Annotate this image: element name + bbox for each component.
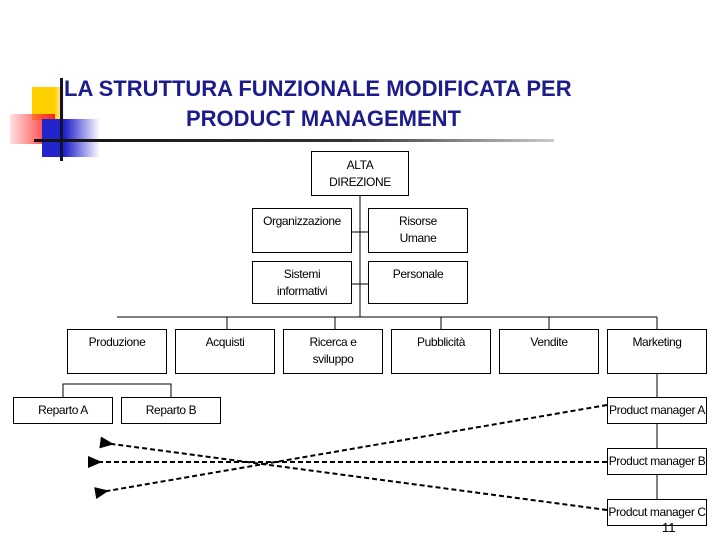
- box-label: Produzione: [88, 335, 146, 349]
- connector-reparti: [62, 383, 172, 397]
- box-product-manager-c: Prodcut manager C: [607, 499, 707, 526]
- box-alta-direzione: ALTA DIREZIONE: [311, 151, 409, 196]
- box-label: Risorse: [399, 214, 437, 228]
- page-number: 11: [662, 520, 676, 535]
- box-label: Umane: [399, 231, 437, 245]
- box-label: sviluppo: [312, 352, 354, 366]
- box-label: Product manager A: [609, 403, 705, 417]
- box-label: informativi: [276, 284, 328, 298]
- box-label: Organizzazione: [263, 214, 341, 228]
- box-marketing: Marketing: [607, 329, 707, 374]
- box-reparto-b: Reparto B: [121, 397, 221, 424]
- box-risorse-umane: Risorse Umane: [368, 208, 468, 253]
- box-acquisti: Acquisti: [175, 329, 275, 374]
- box-produzione: Produzione: [67, 329, 167, 374]
- box-reparto-a: Reparto A: [13, 397, 113, 424]
- box-label: DIREZIONE: [329, 175, 391, 189]
- box-product-manager-a: Product manager A: [607, 397, 707, 424]
- box-vendite: Vendite: [499, 329, 599, 374]
- box-ricerca-sviluppo: Ricerca e sviluppo: [283, 329, 383, 374]
- box-label: Prodcut manager C: [608, 505, 706, 519]
- box-organizzazione: Organizzazione: [252, 208, 352, 253]
- box-pubblicita: Pubblicità: [391, 329, 491, 374]
- box-label: ALTA: [346, 158, 374, 172]
- box-label: Ricerca e: [309, 335, 357, 349]
- box-sistemi-informativi: Sistemi informativi: [252, 261, 352, 304]
- box-label: Acquisti: [205, 335, 245, 349]
- box-label: Vendite: [530, 335, 568, 349]
- box-label: Personale: [392, 267, 444, 281]
- box-label: Reparto B: [145, 403, 197, 417]
- box-label: Marketing: [632, 335, 682, 349]
- box-label: Reparto A: [38, 403, 88, 417]
- box-product-manager-b: Product manager B: [607, 448, 707, 475]
- box-personale: Personale: [368, 261, 468, 304]
- box-label: Pubblicità: [416, 335, 466, 349]
- box-label: Product manager B: [608, 454, 706, 468]
- box-label: Sistemi: [283, 267, 321, 281]
